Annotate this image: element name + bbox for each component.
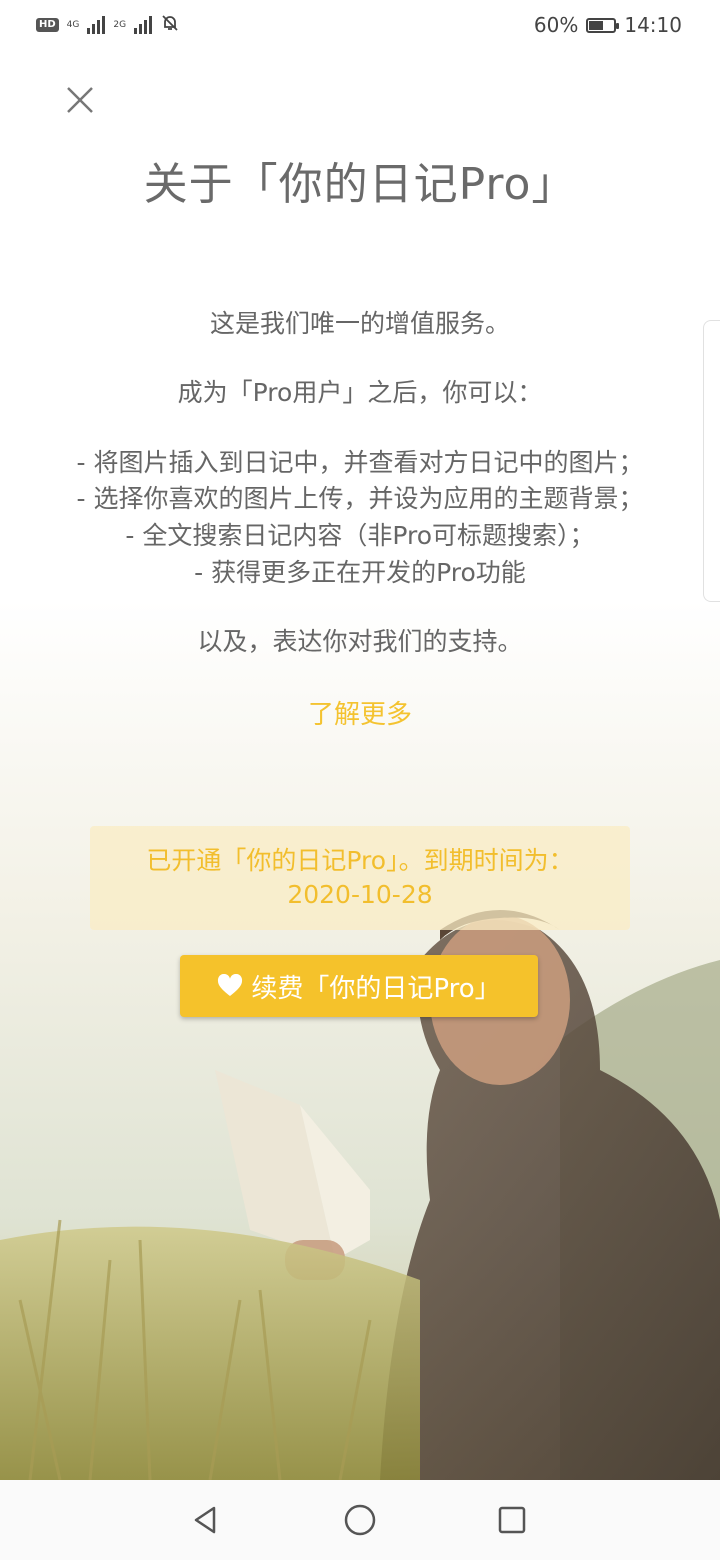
renew-pro-button[interactable]: 续费「你的日记Pro」: [180, 955, 538, 1017]
page-title: 关于「你的日记Pro」: [143, 159, 577, 210]
battery-percent: 60%: [533, 13, 579, 37]
edge-panel-handle[interactable]: [703, 320, 720, 602]
subscription-expiry-date: 2020-10-28: [287, 880, 433, 909]
status-right-group: 60% 14:10: [534, 12, 682, 38]
back-button[interactable]: [182, 1496, 230, 1544]
recents-square-icon: [498, 1506, 526, 1534]
background-photo: [0, 600, 720, 1480]
signal-icon: [87, 16, 106, 34]
close-icon: [67, 87, 93, 113]
status-left-group: HD 4G 2G: [36, 12, 180, 38]
feature-item: - 全文搜索日记内容（非Pro可标题搜索）；: [125, 521, 595, 550]
heart-icon: [218, 974, 243, 996]
mute-bell-icon: [160, 13, 180, 37]
battery-fill: [589, 20, 604, 30]
close-button[interactable]: [60, 80, 100, 120]
learn-more-link[interactable]: 了解更多: [0, 694, 720, 731]
network-type-2: 2G: [113, 19, 127, 30]
support-text: 以及，表达你对我们的支持。: [197, 627, 523, 656]
renew-button-label: 续费「你的日记Pro」: [251, 973, 501, 1004]
feature-item: - 获得更多正在开发的Pro功能: [194, 558, 526, 587]
hd-badge: HD: [36, 18, 59, 32]
home-button[interactable]: [336, 1496, 384, 1544]
navigation-bar: [0, 1480, 720, 1560]
status-bar: HD 4G 2G 60% 14:10: [0, 0, 720, 52]
feature-item: - 选择你喜欢的图片上传，并设为应用的主题背景；: [76, 484, 644, 513]
intro-text: 这是我们唯一的增值服务。: [209, 309, 510, 338]
home-circle-icon: [344, 1504, 376, 1536]
back-triangle-icon: [194, 1506, 216, 1534]
subscription-status-line: 已开通「你的日记Pro」。到期时间为：: [146, 846, 574, 875]
subscription-status-box: 已开通「你的日记Pro」。到期时间为： 2020-10-28: [90, 826, 630, 930]
signal-icon-2: [134, 16, 153, 34]
feature-item: - 将图片插入到日记中，并查看对方日记中的图片；: [76, 448, 644, 477]
network-type-1: 4G: [66, 19, 80, 30]
pro-lead-text: 成为「Pro用户」之后，你可以：: [177, 378, 543, 407]
clock: 14:10: [624, 13, 682, 37]
recents-button[interactable]: [488, 1496, 536, 1544]
battery-icon: [586, 17, 620, 33]
